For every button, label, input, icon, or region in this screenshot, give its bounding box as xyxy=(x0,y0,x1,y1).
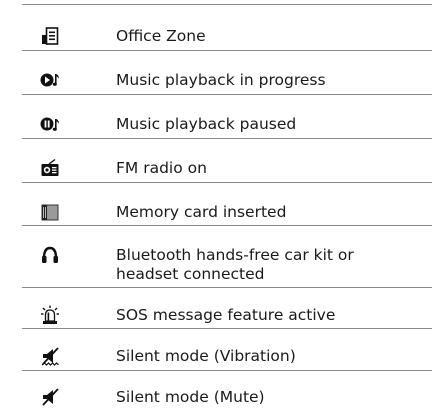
bluetooth-headset-icon xyxy=(40,245,60,265)
row-description: Office Zone xyxy=(116,27,206,45)
row-description: FM radio on xyxy=(116,159,207,177)
row-description: Music playback paused xyxy=(116,115,297,133)
status-icon-table: Office Zone Music playback in progress M… xyxy=(0,0,432,410)
table-divider xyxy=(22,225,432,226)
table-divider xyxy=(22,182,432,183)
row-description-line1: Bluetooth hands-free car kit or xyxy=(116,246,354,264)
row-description: Music playback in progress xyxy=(116,71,326,89)
office-zone-icon xyxy=(40,26,60,46)
table-divider xyxy=(22,138,432,139)
table-divider xyxy=(22,370,432,371)
table-divider xyxy=(22,328,432,329)
row-description: Memory card inserted xyxy=(116,203,287,221)
table-divider xyxy=(22,287,432,288)
row-description-line2: headset connected xyxy=(116,265,265,283)
fm-radio-icon xyxy=(40,158,60,178)
music-paused-icon xyxy=(40,114,60,134)
memory-card-icon xyxy=(40,202,60,222)
music-playing-icon xyxy=(40,70,60,90)
sos-siren-icon xyxy=(40,305,60,325)
row-description: SOS message feature active xyxy=(116,306,336,324)
silent-vibration-icon xyxy=(40,346,60,366)
silent-mute-icon xyxy=(40,387,60,407)
table-divider xyxy=(22,50,432,51)
row-description: Silent mode (Mute) xyxy=(116,388,265,406)
table-divider xyxy=(22,4,432,5)
table-divider xyxy=(22,94,432,95)
row-description: Silent mode (Vibration) xyxy=(116,347,296,365)
